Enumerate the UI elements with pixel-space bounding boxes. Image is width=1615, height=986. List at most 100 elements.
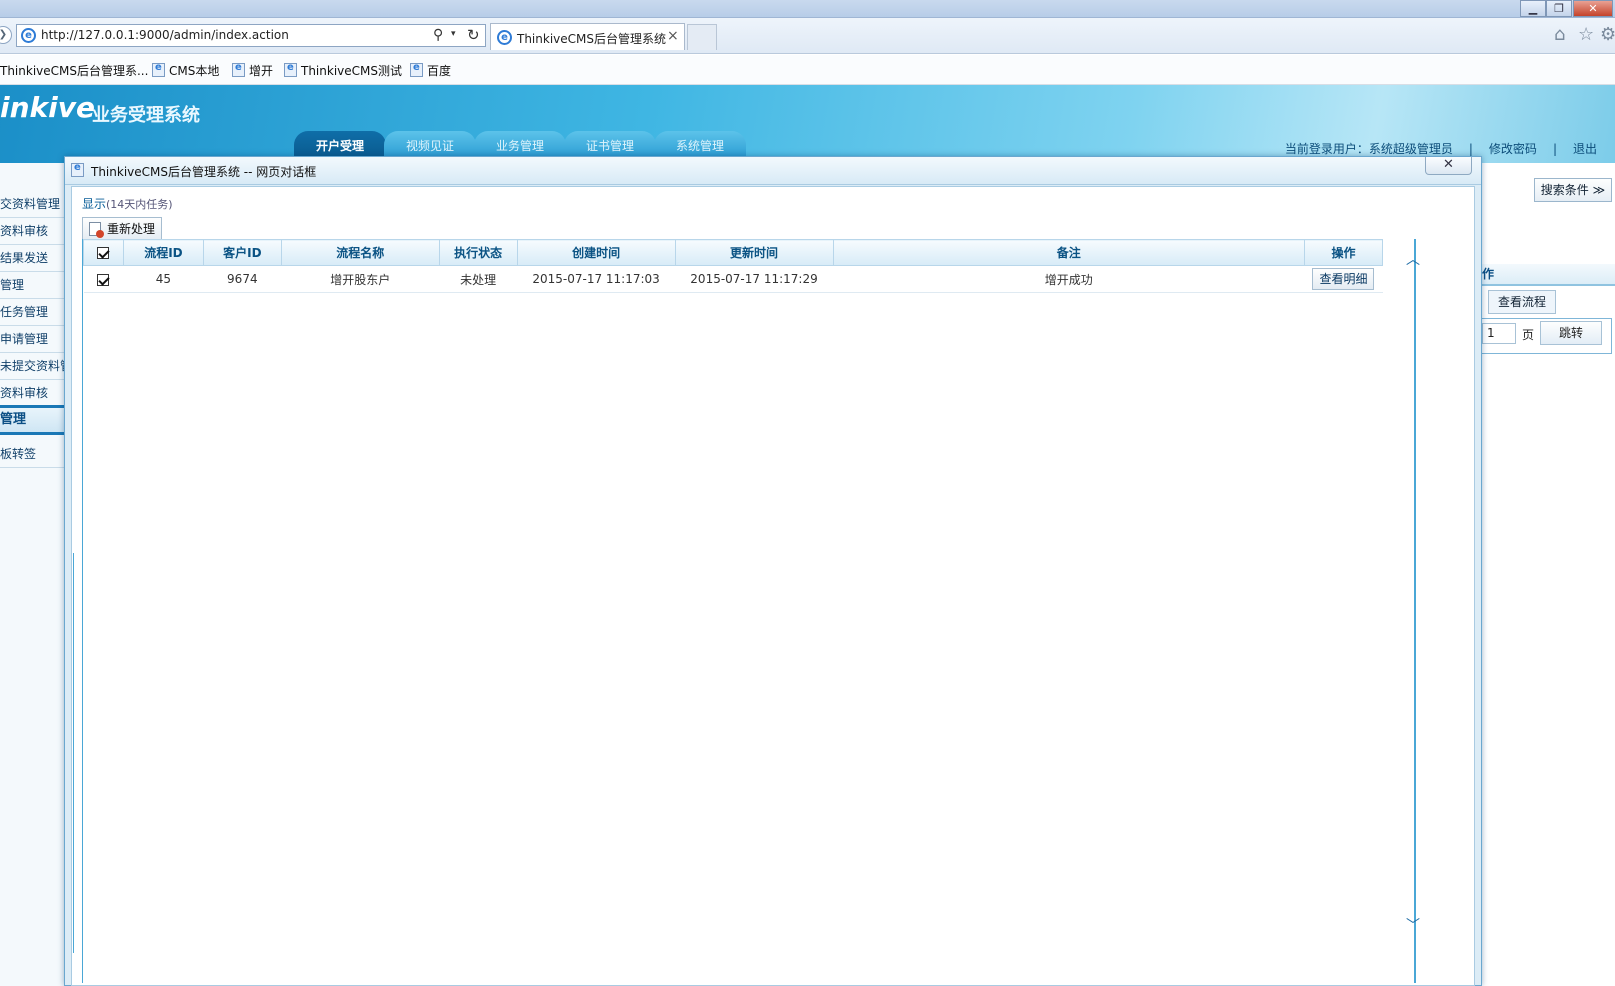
sidebar-item[interactable]: 板转签 bbox=[0, 441, 64, 468]
reprocess-icon bbox=[89, 222, 104, 238]
browser-navbar: ❯ e http://127.0.0.1:9000/admin/index.ac… bbox=[0, 18, 1615, 54]
column-header: 备注 bbox=[832, 239, 1305, 266]
favorites-bar: ThinkiveCMS后台管理系... CMS本地 增开 ThinkiveCMS… bbox=[0, 55, 1615, 85]
divider bbox=[73, 553, 74, 953]
cell-customer-id: 9674 bbox=[203, 265, 282, 293]
ie-page-icon bbox=[410, 62, 423, 77]
ie-page-icon bbox=[284, 62, 297, 77]
select-all-checkbox[interactable] bbox=[97, 247, 110, 259]
sidebar-item[interactable]: 资料审核 bbox=[0, 380, 64, 407]
column-header: 流程名称 bbox=[280, 239, 440, 266]
app-header: inkive 业务受理系统 开户受理 视频见证 业务管理 证书管理 系统管理 当… bbox=[0, 85, 1615, 163]
favorites-star-icon[interactable]: ☆ bbox=[1578, 24, 1594, 45]
right-panel bbox=[1478, 163, 1615, 986]
dialog-titlebar: ThinkiveCMS后台管理系统 -- 网页对话框 ✕ bbox=[65, 157, 1481, 185]
scroll-down-icon[interactable]: ﹀ bbox=[1406, 915, 1420, 934]
cell-created: 2015-07-17 11:17:03 bbox=[517, 265, 676, 293]
cell-flow-name: 增开股东户 bbox=[281, 265, 440, 293]
change-password-link[interactable]: 修改密码 bbox=[1489, 142, 1537, 156]
dialog-close-button[interactable]: ✕ bbox=[1425, 157, 1472, 175]
favorite-item[interactable]: CMS本地 bbox=[152, 62, 219, 79]
show-label: 显示 bbox=[82, 197, 107, 211]
tab-video-witness[interactable]: 视频见证 bbox=[384, 131, 476, 159]
sidebar-item[interactable]: 资料审核 bbox=[0, 218, 64, 245]
select-all-header[interactable] bbox=[83, 239, 124, 266]
system-name: 业务受理系统 bbox=[92, 105, 200, 126]
reprocess-label: 重新处理 bbox=[107, 222, 156, 236]
favorite-item[interactable]: 百度 bbox=[410, 62, 451, 79]
column-header: 流程ID bbox=[122, 239, 204, 266]
operation-header: 作 bbox=[1478, 264, 1615, 286]
table-header-row: 流程ID 客户ID 流程名称 执行状态 创建时间 更新时间 备注 操作 bbox=[83, 239, 1384, 266]
show-info: 显示(14天内任务) bbox=[82, 195, 173, 212]
row-checkbox[interactable] bbox=[97, 273, 110, 286]
task-table-wrapper: 流程ID 客户ID 流程名称 执行状态 创建时间 更新时间 备注 操作 45 9… bbox=[82, 239, 1416, 983]
jump-button[interactable]: 跳转 bbox=[1540, 321, 1602, 345]
cell-action: 查看明细 bbox=[1304, 265, 1383, 293]
ie-page-icon bbox=[152, 62, 165, 77]
ie-page-icon bbox=[232, 62, 245, 77]
address-url[interactable]: http://127.0.0.1:9000/admin/index.action bbox=[41, 28, 289, 42]
sidebar-item[interactable]: 结果发送 bbox=[0, 245, 64, 272]
sidebar-item[interactable]: 交资料管理 bbox=[0, 191, 64, 218]
search-conditions-button[interactable]: 搜索条件 ≫ bbox=[1534, 178, 1612, 202]
address-bar[interactable]: e http://127.0.0.1:9000/admin/index.acti… bbox=[16, 24, 486, 47]
browser-tab[interactable]: e ThinkiveCMS后台管理系统 × bbox=[490, 23, 685, 50]
refresh-icon[interactable]: ↻ bbox=[467, 26, 480, 44]
tab-title: ThinkiveCMS后台管理系统 bbox=[517, 32, 666, 46]
tab-ie-icon: e bbox=[497, 30, 512, 45]
row-select[interactable] bbox=[83, 265, 124, 293]
show-hint: (14天内任务) bbox=[106, 198, 173, 211]
cell-updated: 2015-07-17 11:17:29 bbox=[675, 265, 833, 293]
sidebar-item[interactable]: 任务管理 bbox=[0, 299, 64, 326]
web-dialog: ThinkiveCMS后台管理系统 -- 网页对话框 ✕ 显示(14天内任务) … bbox=[64, 156, 1482, 986]
logout-link[interactable]: 退出 bbox=[1573, 142, 1597, 156]
ie-page-icon: e bbox=[21, 28, 36, 43]
back-icon[interactable]: ❯ bbox=[0, 26, 12, 44]
table-row: 45 9674 增开股东户 未处理 2015-07-17 11:17:03 20… bbox=[83, 265, 1383, 293]
task-table: 流程ID 客户ID 流程名称 执行状态 创建时间 更新时间 备注 操作 45 9… bbox=[83, 239, 1384, 293]
sidebar-item[interactable]: 申请管理 bbox=[0, 326, 64, 353]
cell-status: 未处理 bbox=[439, 265, 518, 293]
tab-certificate-management[interactable]: 证书管理 bbox=[564, 131, 656, 159]
sidebar-section-header[interactable]: 管理 bbox=[0, 405, 64, 435]
column-header: 客户ID bbox=[202, 239, 282, 266]
dialog-body: 显示(14天内任务) 重新处理 流程ID 客户ID 流程名称 执行状态 创建时间… bbox=[71, 186, 1475, 986]
separator: | bbox=[1468, 142, 1473, 156]
view-detail-button[interactable]: 查看明细 bbox=[1312, 268, 1375, 290]
sidebar-item[interactable]: 未提交资料管 bbox=[0, 353, 64, 380]
column-header: 创建时间 bbox=[516, 239, 676, 266]
logo: inkive bbox=[0, 91, 95, 124]
favorite-item[interactable]: ThinkiveCMS后台管理系... bbox=[0, 62, 148, 79]
gear-icon[interactable]: ⚙ bbox=[1600, 24, 1615, 45]
tab-business-management[interactable]: 业务管理 bbox=[474, 131, 566, 159]
ie-page-icon bbox=[71, 162, 84, 177]
window-titlebar: ▁ ❐ ✕ bbox=[0, 0, 1615, 18]
tab-account-opening[interactable]: 开户受理 bbox=[294, 131, 386, 159]
favorite-item[interactable]: 增开 bbox=[232, 62, 273, 79]
tab-system-management[interactable]: 系统管理 bbox=[654, 131, 746, 159]
minimize-button[interactable]: ▁ bbox=[1520, 0, 1546, 17]
user-info: 当前登录用户：系统超级管理员 | 修改密码 | 退出 bbox=[1277, 140, 1605, 157]
window-close-button[interactable]: ✕ bbox=[1573, 0, 1613, 17]
tab-close-icon[interactable]: × bbox=[667, 28, 679, 44]
reprocess-button[interactable]: 重新处理 bbox=[82, 217, 162, 241]
page-unit: 页 bbox=[1522, 328, 1535, 342]
column-header: 执行状态 bbox=[438, 239, 518, 266]
sidebar: 交资料管理 资料审核 结果发送 管理 任务管理 申请管理 未提交资料管 资料审核… bbox=[0, 163, 66, 986]
page-input[interactable]: 1 bbox=[1482, 323, 1516, 344]
column-header: 操作 bbox=[1303, 239, 1384, 266]
new-tab-button[interactable] bbox=[687, 24, 717, 50]
favorite-item[interactable]: ThinkiveCMS测试 bbox=[284, 62, 402, 79]
cell-remark: 增开成功 bbox=[833, 265, 1305, 293]
column-header: 更新时间 bbox=[674, 239, 834, 266]
sidebar-item[interactable]: 管理 bbox=[0, 272, 64, 299]
dialog-title: ThinkiveCMS后台管理系统 -- 网页对话框 bbox=[91, 165, 317, 179]
view-flow-button[interactable]: 查看流程 bbox=[1488, 290, 1556, 314]
maximize-button[interactable]: ❐ bbox=[1546, 0, 1572, 17]
dropdown-icon[interactable]: ▾ bbox=[451, 29, 456, 39]
home-icon[interactable]: ⌂ bbox=[1554, 24, 1565, 45]
scroll-up-icon[interactable]: ︿ bbox=[1406, 249, 1420, 268]
current-user: 当前登录用户：系统超级管理员 bbox=[1284, 142, 1453, 156]
search-icon[interactable]: ⚲ bbox=[433, 27, 443, 43]
